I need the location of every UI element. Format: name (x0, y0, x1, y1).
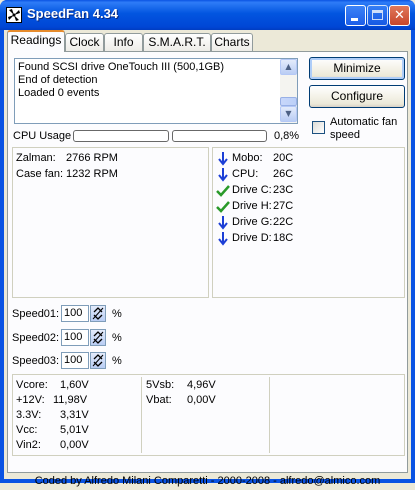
arrow-down-icon (218, 232, 228, 246)
speed03-spin-button[interactable] (90, 352, 106, 369)
minimize-icon (346, 6, 365, 25)
automatic-fan-speed-label: Automatic fan (330, 116, 398, 128)
voltage-name: +12V: (16, 394, 45, 406)
tab-info[interactable]: Info (104, 33, 143, 52)
temp-name: Drive C: (232, 184, 272, 196)
window-title: SpeedFan 4.34 (27, 6, 119, 21)
speed02-input[interactable]: 100 (61, 329, 89, 346)
minimize-window-button[interactable] (345, 5, 366, 26)
temp-name: Drive G: (232, 216, 273, 228)
automatic-fan-speed-label-line2: speed (330, 129, 360, 141)
tab-readings[interactable]: Readings (7, 30, 65, 52)
temp-value: 27C (273, 200, 294, 212)
cpu-usage-value: 0,8% (274, 130, 300, 142)
speedfan-window: SpeedFan 4.34 ✕ Readings Clock Info S.M.… (0, 0, 415, 487)
log-line: Loaded 0 events (18, 87, 100, 99)
fan-name: Zalman: (16, 152, 56, 164)
column-divider (269, 377, 270, 453)
fan-name: Case fan: (16, 168, 64, 180)
voltage-value: 1,60V (60, 379, 89, 391)
column-divider (141, 377, 142, 453)
fan-speeds-box: Zalman: 2766 RPM Case fan: 1232 RPM (12, 147, 209, 298)
temp-name: CPU: (232, 168, 259, 180)
cpu-usage-label: CPU Usage (13, 130, 72, 142)
speed01-unit: % (112, 308, 122, 320)
tab-clock[interactable]: Clock (65, 33, 104, 52)
spin-arrows-icon (92, 354, 104, 367)
temp-value: 18C (273, 232, 294, 244)
arrow-down-icon (218, 152, 228, 166)
log-scrollbar[interactable]: ▲ ▼ (280, 59, 297, 123)
speed02-label: Speed02: (12, 332, 60, 344)
temp-name: Drive H: (232, 200, 272, 212)
readings-panel: Found SCSI drive OneTouch III (500,1GB) … (7, 51, 408, 473)
temp-name: Drive D: (232, 232, 272, 244)
spin-arrows-icon (92, 307, 104, 320)
client-area: Readings Clock Info S.M.A.R.T. Charts Fo… (4, 30, 411, 487)
temp-value: 22C (273, 216, 294, 228)
close-icon: ✕ (394, 8, 405, 23)
speed03-input[interactable]: 100 (61, 352, 89, 369)
tab-smart[interactable]: S.M.A.R.T. (143, 33, 211, 52)
scroll-up-button[interactable]: ▲ (280, 59, 297, 75)
temp-value: 26C (273, 168, 294, 180)
voltage-name: Vcore: (16, 379, 48, 391)
speedfan-app-icon (6, 7, 22, 23)
maximize-icon (368, 6, 387, 25)
voltage-value: 0,00V (187, 394, 216, 406)
event-log[interactable]: Found SCSI drive OneTouch III (500,1GB) … (14, 58, 298, 124)
arrow-down-icon (218, 168, 228, 182)
voltages-box: Vcore: 1,60V +12V: 11,98V 3.3V: 3,31V Vc… (12, 374, 405, 456)
voltage-name: Vcc: (16, 424, 38, 436)
voltage-name: Vbat: (146, 394, 172, 406)
speed02-unit: % (112, 332, 122, 344)
speed03-unit: % (112, 355, 122, 367)
log-line: Found SCSI drive OneTouch III (500,1GB) (18, 61, 225, 73)
cpu-usage-bar-1 (73, 130, 169, 142)
voltage-name: 3.3V: (16, 409, 42, 421)
voltage-value: 0,00V (60, 439, 89, 451)
check-icon (216, 201, 230, 213)
speed03-label: Speed03: (12, 355, 60, 367)
fan-value: 2766 RPM (66, 152, 118, 164)
title-bar[interactable]: SpeedFan 4.34 ✕ (0, 0, 415, 30)
voltage-value: 11,98V (53, 394, 88, 406)
spin-arrows-icon (92, 331, 104, 344)
scroll-thumb[interactable] (280, 97, 297, 106)
tab-charts[interactable]: Charts (211, 33, 253, 52)
close-window-button[interactable]: ✕ (389, 5, 410, 26)
speed01-input[interactable]: 100 (61, 305, 89, 322)
arrow-down-icon (218, 216, 228, 230)
minimize-button[interactable]: Minimize (309, 57, 405, 80)
voltage-name: 5Vsb: (146, 379, 175, 391)
scroll-down-button[interactable]: ▼ (280, 106, 297, 122)
voltage-value: 5,01V (60, 424, 89, 436)
temperatures-box: Mobo: 20C CPU: 26C Drive C: 23C Drive H:… (212, 147, 405, 298)
voltage-value: 4,96V (187, 379, 216, 391)
temp-value: 20C (273, 152, 294, 164)
check-icon (216, 185, 230, 197)
speed01-label: Speed01: (12, 308, 60, 320)
cpu-usage-bar-2 (172, 130, 267, 142)
maximize-window-button[interactable] (367, 5, 388, 26)
fan-value: 1232 RPM (66, 168, 118, 180)
configure-button[interactable]: Configure (309, 85, 405, 108)
automatic-fan-speed-checkbox[interactable] (312, 121, 325, 134)
voltage-value: 3,31V (60, 409, 89, 421)
speed02-spin-button[interactable] (90, 329, 106, 346)
speed01-spin-button[interactable] (90, 305, 106, 322)
temp-value: 23C (273, 184, 294, 196)
temp-name: Mobo: (232, 152, 263, 164)
log-line: End of detection (18, 74, 98, 86)
voltage-name: Vin2: (16, 439, 41, 451)
